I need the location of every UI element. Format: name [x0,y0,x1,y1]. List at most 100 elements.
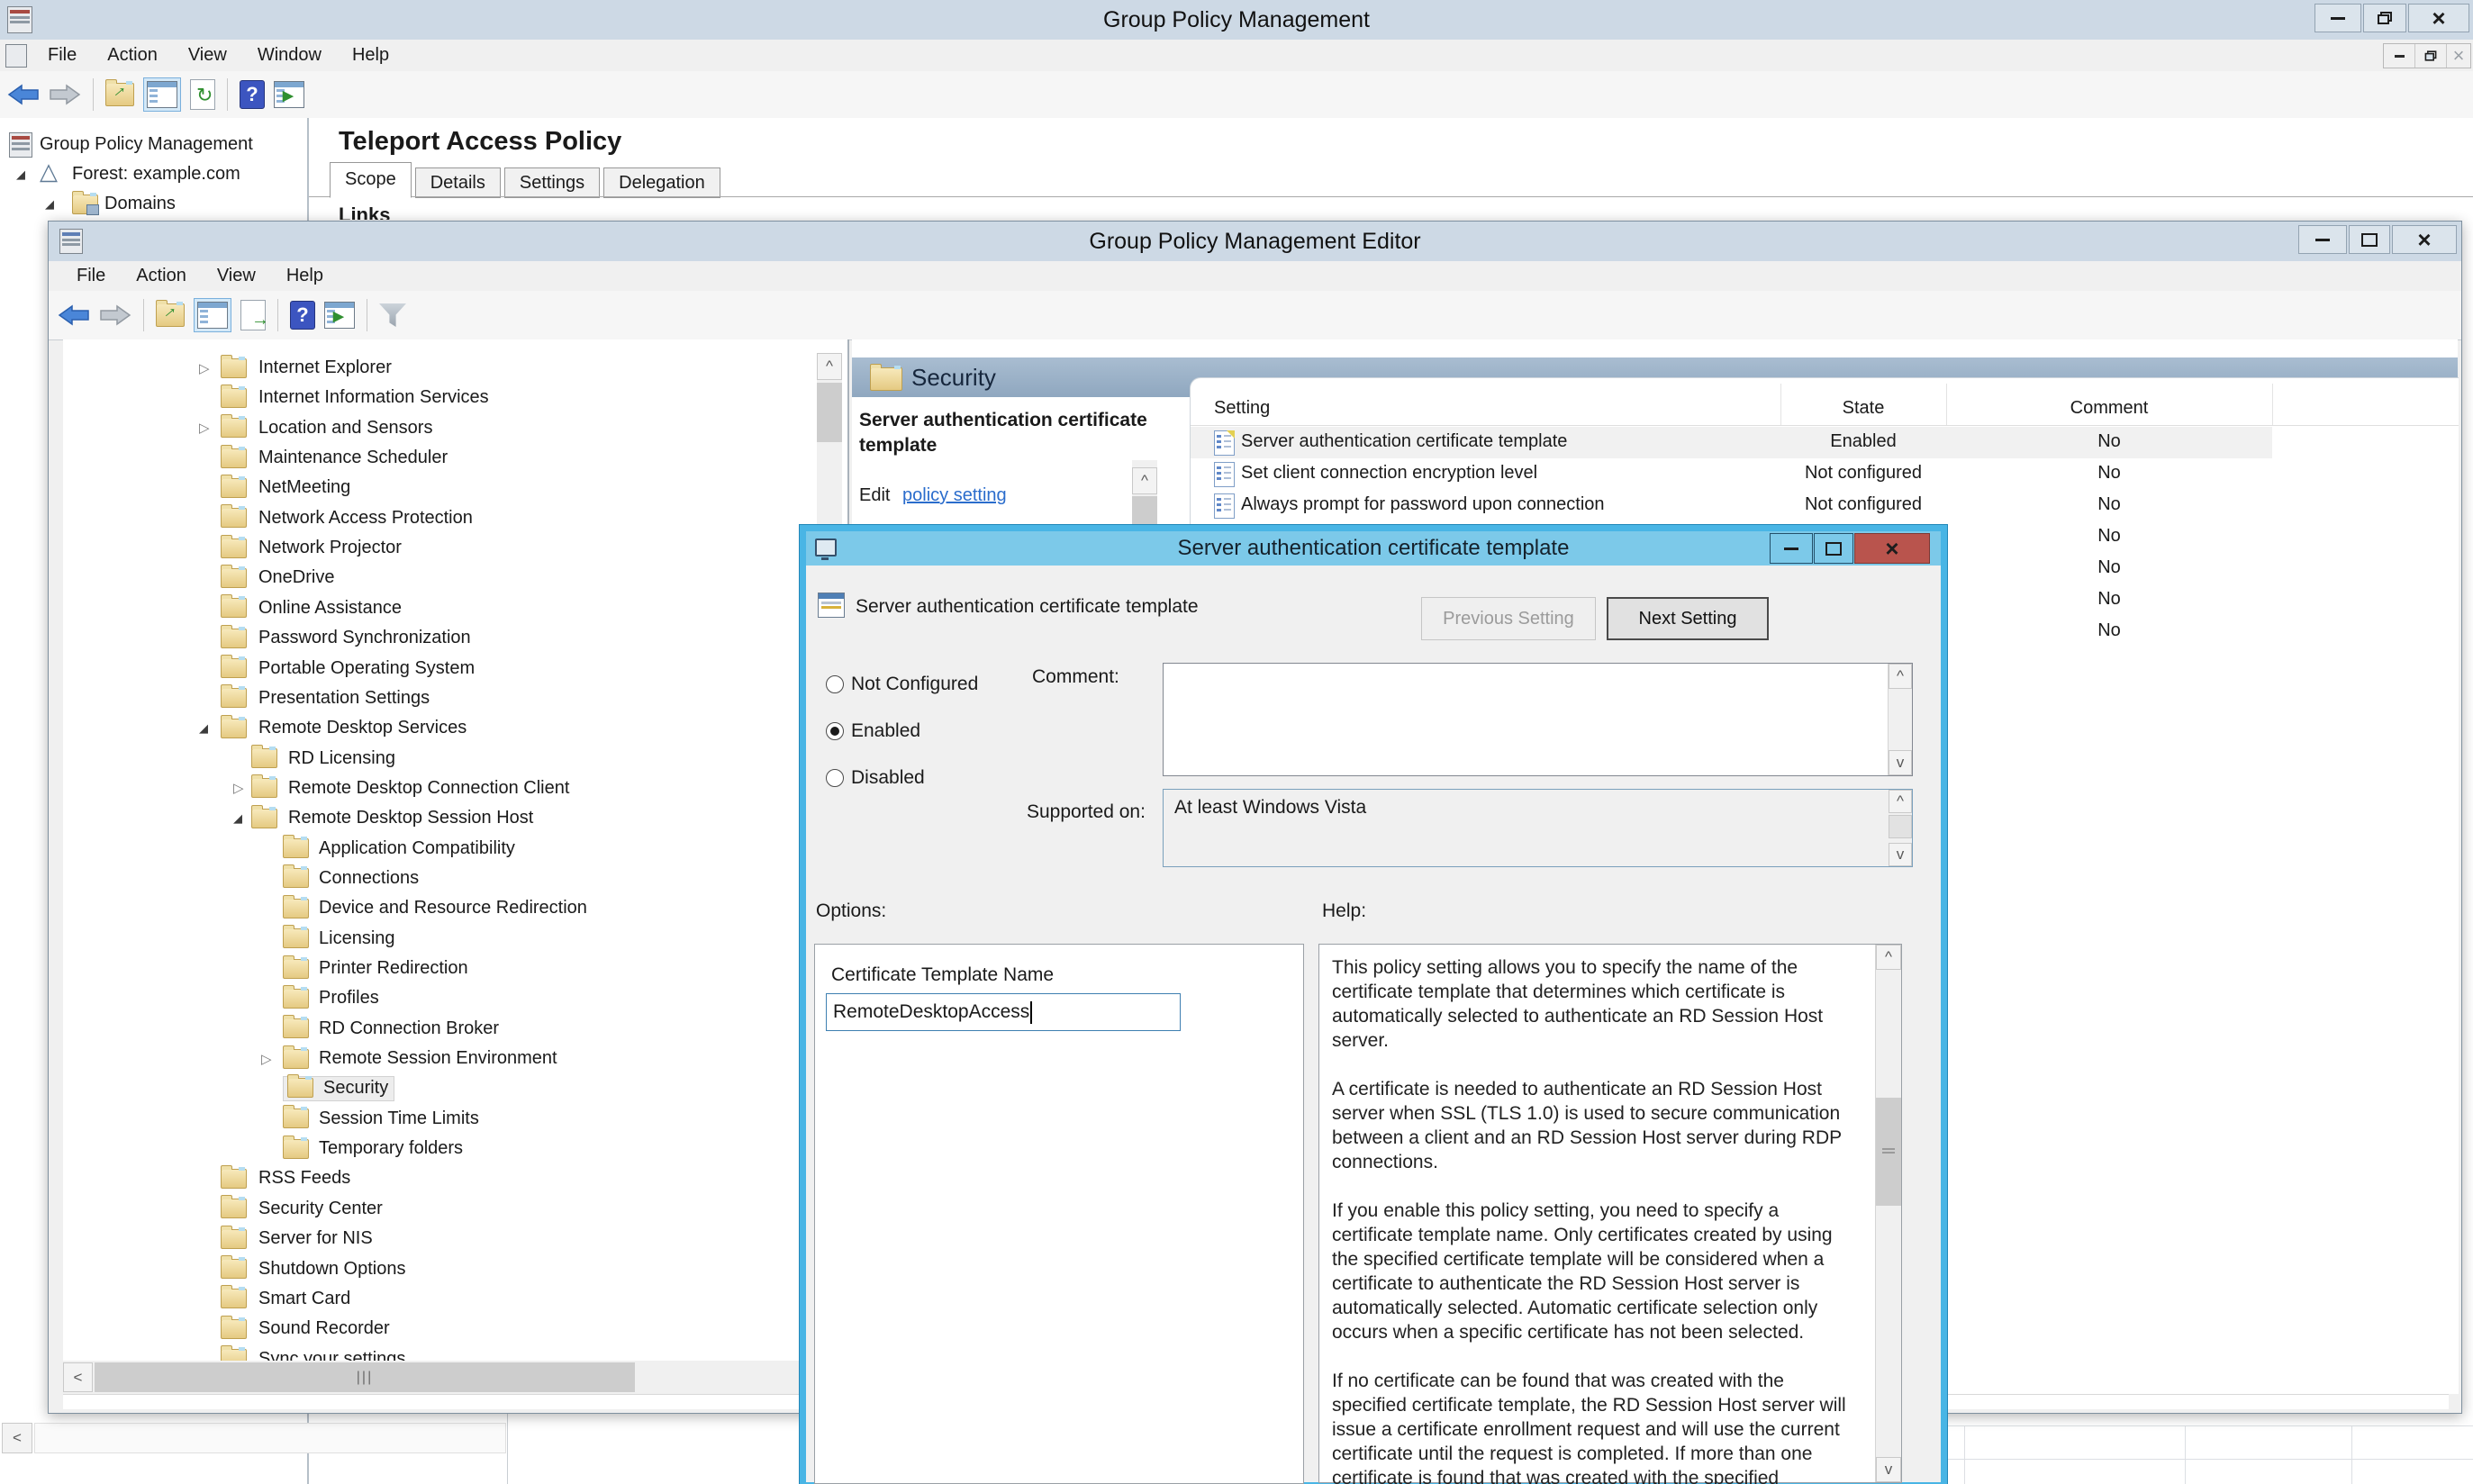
expander-collapsed-icon[interactable]: ▷ [199,360,210,376]
export-list-icon[interactable]: → [240,300,266,330]
supported-on-box[interactable]: At least Windows Vista ^ v [1163,789,1913,867]
forward-icon[interactable] [49,83,81,106]
tree-item-printer-redirection[interactable]: Printer Redirection [63,954,847,983]
child-minimize-button[interactable] [2384,44,2415,68]
expander-open-icon[interactable]: ◢ [199,721,208,736]
menu-view[interactable]: View [173,45,242,66]
tree-item-sound-recorder[interactable]: Sound Recorder [63,1314,847,1344]
tree-item-server-for-nis[interactable]: Server for NIS [63,1224,847,1253]
tree-item-application-compatibility[interactable]: Application Compatibility [63,834,847,864]
settings-row[interactable]: Always prompt for password upon connecti… [1191,490,2272,521]
expander-open-icon[interactable]: ◢ [233,811,242,826]
tree-item-network-access-protection[interactable]: Network Access Protection [63,503,847,533]
tree-item-rd-connection-broker[interactable]: RD Connection Broker [63,1014,847,1044]
expander-open-icon[interactable]: ◢ [45,197,54,212]
radio-disabled[interactable] [826,769,844,787]
tree-item-netmeeting[interactable]: NetMeeting [63,473,847,502]
tree-item-portable-operating-system[interactable]: Portable Operating System [63,654,847,683]
tab-details[interactable]: Details [415,167,501,198]
tree-item-profiles[interactable]: Profiles [63,983,847,1013]
tree-item-onedrive[interactable]: OneDrive [63,563,847,593]
comment-textarea[interactable]: ^ v [1163,663,1913,776]
new-window-icon[interactable]: ▶ [324,302,355,329]
scroll-up-icon[interactable]: ^ [1876,945,1901,970]
menu-help[interactable]: Help [337,45,404,66]
radio-label[interactable]: Not Configured [851,674,978,695]
radio-not-configured[interactable] [826,675,844,693]
tree-item-remote-session-environment[interactable]: ▷Remote Session Environment [63,1044,847,1073]
console-tree-icon[interactable] [194,298,231,332]
dialog-close-button[interactable]: × [1854,533,1930,564]
child-close-button[interactable]: × [2447,44,2470,68]
tree-item-device-and-resource-redirection[interactable]: Device and Resource Redirection [63,893,847,923]
tree-item-rss-feeds[interactable]: RSS Feeds [63,1163,847,1193]
gpm-tree-item-root[interactable]: Group Policy Management [0,130,306,159]
back-icon[interactable] [58,303,90,327]
gpme-close-button[interactable]: × [2392,225,2457,254]
settings-row[interactable]: Server authentication certificate templa… [1191,427,2272,458]
tree-item-smart-card[interactable]: Smart Card [63,1284,847,1314]
menu-file[interactable]: File [61,266,121,286]
tree-item-temporary-folders[interactable]: Temporary folders [63,1134,847,1163]
tree-item-password-synchronization[interactable]: Password Synchronization [63,623,847,653]
scroll-down-icon[interactable]: v [1876,1457,1901,1482]
forward-icon[interactable] [99,303,131,327]
tab-settings[interactable]: Settings [504,167,600,198]
menu-action[interactable]: Action [121,266,202,286]
help-vscrollbar[interactable] [1875,945,1901,1482]
settings-row[interactable]: Set client connection encryption levelNo… [1191,458,2272,490]
gpme-minimize-button[interactable] [2298,225,2347,254]
gpme-maximize-button[interactable] [2349,225,2390,254]
previous-setting-button[interactable]: Previous Setting [1421,597,1596,640]
gpm-minimize-button[interactable] [2314,4,2361,32]
menu-window[interactable]: Window [242,45,337,66]
child-restore-button[interactable] [2415,44,2447,68]
help-icon[interactable]: ? [290,301,315,330]
tree-item-maintenance-scheduler[interactable]: Maintenance Scheduler [63,443,847,473]
expander-collapsed-icon[interactable]: ▷ [233,780,244,796]
certificate-template-name-input[interactable]: RemoteDesktopAccess [826,993,1181,1031]
gpm-hscroll-track[interactable] [34,1423,506,1453]
filter-icon[interactable] [379,303,406,327]
tree-item-session-time-limits[interactable]: Session Time Limits [63,1104,847,1134]
expander-collapsed-icon[interactable]: ▷ [261,1051,272,1067]
tree-item-location-and-sensors[interactable]: ▷Location and Sensors [63,413,847,443]
gpme-console-tree[interactable]: ▷Internet ExplorerInternet Information S… [63,339,847,1361]
expander-collapsed-icon[interactable]: ▷ [199,420,210,436]
radio-label[interactable]: Disabled [851,767,925,789]
tree-item-security[interactable]: Security [63,1073,847,1103]
back-icon[interactable] [7,83,40,106]
tree-hscrollbar[interactable]: < ||| > [63,1362,847,1392]
next-setting-button[interactable]: Next Setting [1607,597,1769,640]
tree-item-internet-information-services[interactable]: Internet Information Services [63,383,847,412]
refresh-icon[interactable]: ↻ [190,79,215,110]
tree-item-connections[interactable]: Connections [63,864,847,893]
tree-item-licensing[interactable]: Licensing [63,924,847,954]
menu-help[interactable]: Help [271,266,339,286]
expander-open-icon[interactable]: ◢ [16,167,25,182]
gpm-tree-item-domains[interactable]: ◢ Domains [0,189,306,219]
gpm-tree-item-forest[interactable]: ◢ △ Forest: example.com [0,159,306,189]
tree-item-online-assistance[interactable]: Online Assistance [63,593,847,623]
gpm-restore-button[interactable] [2363,4,2406,32]
tree-item-network-projector[interactable]: Network Projector [63,533,847,563]
tree-item-internet-explorer[interactable]: ▷Internet Explorer [63,353,847,383]
tree-item-remote-desktop-connection-client[interactable]: ▷Remote Desktop Connection Client [63,774,847,803]
edit-policy-setting-link[interactable]: policy setting [902,485,1007,505]
tree-item-remote-desktop-services[interactable]: ◢Remote Desktop Services [63,713,847,743]
radio-enabled[interactable] [826,722,844,740]
menu-view[interactable]: View [202,266,271,286]
radio-label[interactable]: Enabled [851,720,920,742]
dialog-minimize-button[interactable] [1770,533,1813,564]
console-tree-icon[interactable] [143,77,181,112]
tree-item-security-center[interactable]: Security Center [63,1194,847,1224]
help-icon[interactable]: ? [240,80,265,109]
gpm-close-button[interactable]: × [2408,4,2469,32]
menu-file[interactable]: File [32,45,92,66]
tree-item-sync-your-settings[interactable]: Sync your settings [63,1344,847,1361]
dialog-maximize-button[interactable] [1814,533,1853,564]
help-vscroll-thumb[interactable] [1876,1098,1901,1206]
tree-item-rd-licensing[interactable]: RD Licensing [63,744,847,774]
menu-action[interactable]: Action [92,45,173,66]
gpm-hscroll-left[interactable]: < [2,1423,32,1453]
